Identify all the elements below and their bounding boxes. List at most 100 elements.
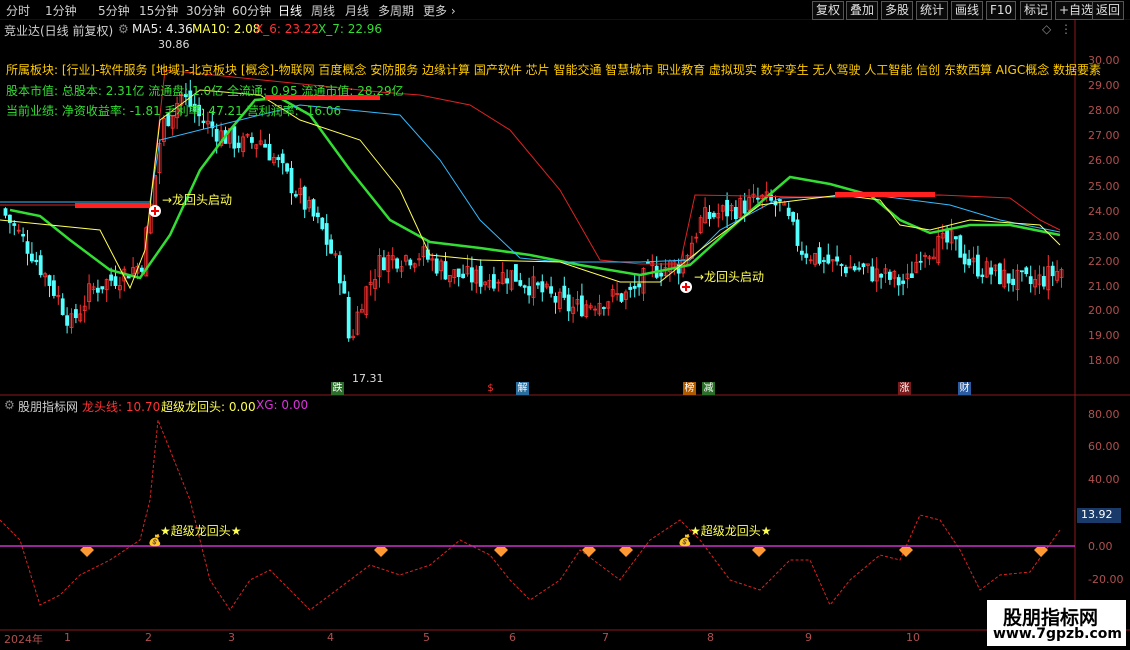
month-tick: 6 xyxy=(509,631,516,644)
diamond-gem-icon xyxy=(752,547,766,557)
candle-body xyxy=(826,254,831,264)
multi-stock-button[interactable]: 多股 xyxy=(881,1,914,20)
diamond-gem-icon xyxy=(582,547,596,557)
candle-body xyxy=(562,285,567,298)
price-tick: 23.00 xyxy=(1088,230,1120,243)
event-tag[interactable]: 涨 xyxy=(898,382,911,395)
tab-timeframe-15min[interactable]: 15分钟 xyxy=(139,2,178,19)
x6-value: X_6: 23.22 xyxy=(255,22,320,36)
tab-timeframe-weekly[interactable]: 周线 xyxy=(311,2,335,19)
candle-body xyxy=(518,280,523,286)
indicator-title[interactable]: 股朋指标网 xyxy=(18,398,78,415)
month-tick: 5 xyxy=(423,631,430,644)
event-tag[interactable]: 财 xyxy=(958,382,971,395)
candle-body xyxy=(337,255,342,284)
candle-body xyxy=(478,265,483,287)
tab-timeframe-multi[interactable]: 多周期 xyxy=(378,2,414,19)
price-tick: 27.00 xyxy=(1088,129,1120,142)
tab-timeframe-more[interactable]: 更多 › xyxy=(423,2,456,19)
price-tick: 18.00 xyxy=(1088,354,1120,367)
candle-body xyxy=(553,295,558,303)
candle-body xyxy=(536,282,540,286)
tab-timeframe-60min[interactable]: 60分钟 xyxy=(232,2,271,19)
price-tick: 21.00 xyxy=(1088,280,1120,293)
tab-timeframe-30min[interactable]: 30分钟 xyxy=(186,2,225,19)
candle-body xyxy=(311,199,316,217)
candle-body xyxy=(580,295,584,317)
candle-body xyxy=(822,260,826,262)
indicator-settings-icon[interactable]: ⚙ xyxy=(4,398,15,412)
candle-body xyxy=(74,309,78,319)
candle-body xyxy=(527,286,531,296)
tab-timeframe-5min[interactable]: 5分钟 xyxy=(98,2,130,19)
event-tag[interactable]: 减 xyxy=(702,382,715,395)
candle-body xyxy=(514,264,518,282)
event-tag[interactable]: $ xyxy=(484,382,497,395)
price-tick: 29.00 xyxy=(1088,79,1120,92)
candle-body xyxy=(315,212,320,218)
stats-button[interactable]: 统计 xyxy=(916,1,949,20)
month-tick: 9 xyxy=(805,631,812,644)
mark-button[interactable]: 标记 xyxy=(1020,1,1053,20)
more-options-icon[interactable]: ⋮ xyxy=(1060,22,1072,36)
candle-body xyxy=(280,153,285,164)
candle-body xyxy=(346,297,351,339)
month-tick: 4 xyxy=(327,631,334,644)
candle-body xyxy=(786,207,791,217)
low-price-label: 17.31 xyxy=(352,372,384,385)
indicator-tick: 80.00 xyxy=(1088,408,1120,421)
candle-body xyxy=(38,255,43,276)
settings-gear-icon[interactable]: ⚙ xyxy=(118,22,129,36)
event-tag[interactable]: 跌 xyxy=(331,382,344,395)
super-signal-label: ★超级龙回头★ xyxy=(690,524,772,538)
candle-body xyxy=(857,267,861,270)
candle-body xyxy=(232,126,237,149)
indicator-tick: 0.00 xyxy=(1088,540,1113,553)
candle-body xyxy=(839,264,844,266)
f10-button[interactable]: F10 xyxy=(986,1,1017,20)
candle-body xyxy=(549,286,553,294)
month-tick: 3 xyxy=(228,631,235,644)
tab-timeframe-fenshi[interactable]: 分时 xyxy=(6,2,30,19)
candle-body xyxy=(302,186,307,210)
signal-label: →龙回头启动 xyxy=(162,193,233,207)
candle-body xyxy=(628,286,633,290)
candle-body xyxy=(109,274,113,281)
candle-body xyxy=(989,267,993,275)
event-tag[interactable]: 解 xyxy=(516,382,529,395)
candle-body xyxy=(632,285,637,289)
candle-body xyxy=(456,268,461,278)
candle-body xyxy=(954,236,958,240)
candle-body xyxy=(1024,267,1029,275)
back-button[interactable]: 返回 xyxy=(1092,1,1125,20)
candle-body xyxy=(324,223,329,245)
candle-body xyxy=(461,273,466,279)
candle-body xyxy=(844,266,848,274)
diamond-gem-icon xyxy=(80,547,94,557)
candlestick-series xyxy=(3,79,1064,342)
candle-body xyxy=(712,212,716,218)
x7-value: X_7: 22.96 xyxy=(318,22,383,36)
candle-body xyxy=(870,266,875,282)
diamond-icon[interactable]: ◇ xyxy=(1042,22,1051,36)
overlay-button[interactable]: 叠加 xyxy=(846,1,879,20)
current-indicator-value: 13.92 xyxy=(1077,508,1121,523)
draw-line-button[interactable]: 画线 xyxy=(951,1,984,20)
candle-body xyxy=(566,294,571,312)
add-favorite-button[interactable]: +自选 xyxy=(1055,1,1098,20)
tab-timeframe-daily[interactable]: 日线 xyxy=(278,2,302,19)
tab-timeframe-monthly[interactable]: 月线 xyxy=(345,2,369,19)
candle-body xyxy=(791,212,795,222)
price-tick: 25.00 xyxy=(1088,180,1120,193)
adjust-button[interactable]: 复权 xyxy=(812,1,845,20)
candle-body xyxy=(96,287,100,293)
candle-body xyxy=(434,258,439,274)
stock-title[interactable]: 竞业达(日线 前复权) xyxy=(4,22,113,39)
event-tag[interactable]: 榜 xyxy=(683,382,696,395)
tab-timeframe-1min[interactable]: 1分钟 xyxy=(45,2,77,19)
candle-body xyxy=(3,208,8,216)
dragon-line-value: 龙头线: 10.70 xyxy=(82,400,161,414)
candle-body xyxy=(980,274,985,277)
candle-body xyxy=(817,247,822,264)
price-tick: 24.00 xyxy=(1088,205,1120,218)
